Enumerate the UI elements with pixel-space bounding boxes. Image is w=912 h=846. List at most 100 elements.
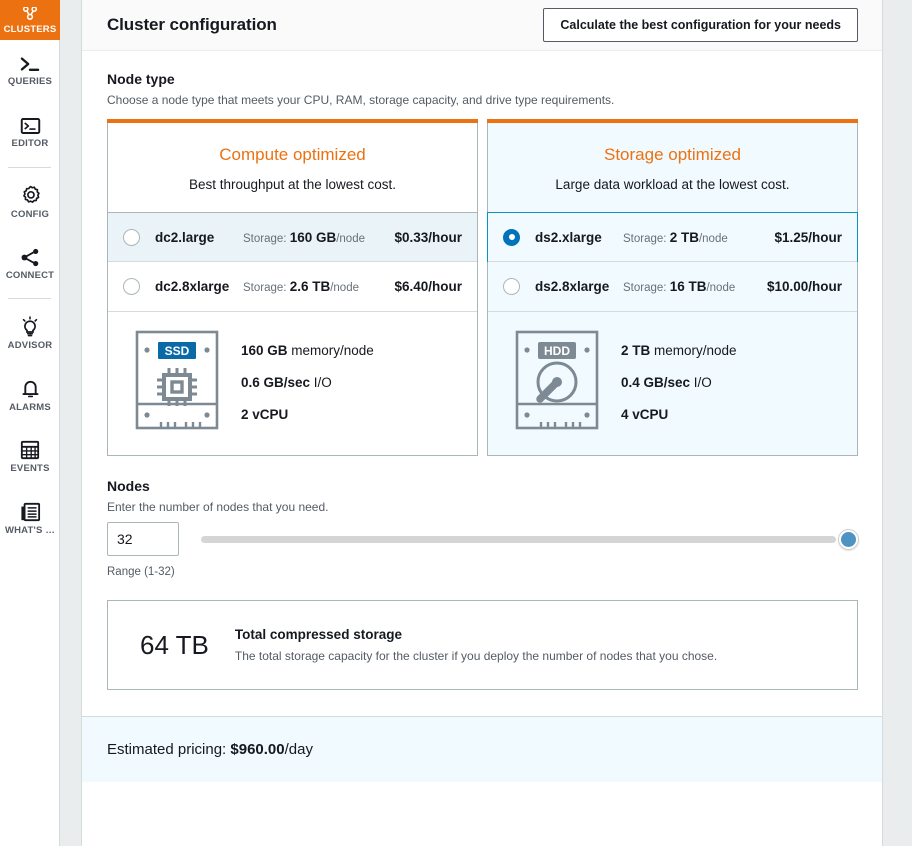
node-option-storage: Storage: 160 GB/node (243, 230, 394, 245)
nodes-count-input[interactable] (107, 522, 179, 556)
calculate-best-configuration-button[interactable]: Calculate the best configuration for you… (543, 8, 858, 42)
total-storage-description: The total storage capacity for the clust… (234, 649, 718, 663)
svg-text:HDD: HDD (544, 344, 570, 358)
storage-value: 2.6 TB (289, 279, 331, 294)
card-subtitle: Best throughput at the lowest cost. (188, 177, 397, 192)
svg-text:SSD: SSD (165, 344, 190, 358)
nodes-range-note: Range (1-32) (107, 566, 175, 578)
node-type-description: Choose a node type that meets your CPU, … (107, 93, 615, 107)
total-storage-value: 64 TB (140, 629, 209, 660)
node-type-card-storage[interactable]: Storage optimized Large data workload at… (487, 119, 858, 456)
total-storage-box: 64 TB Total compressed storage The total… (107, 600, 858, 690)
card-title: Compute optimized (219, 145, 366, 164)
card-header: Compute optimized Best throughput at the… (108, 123, 477, 212)
storage-unit: /node (336, 232, 365, 245)
spec-memory: 2 TB memory/node (621, 343, 737, 358)
terminal-prompt-icon (19, 55, 41, 73)
spec-vcpu: 4 vCPU (621, 407, 737, 422)
total-storage-title: Total compressed storage (234, 627, 402, 642)
storage-unit: /node (698, 232, 728, 245)
spec-rest: I/O (690, 375, 712, 390)
sidebar-item-editor[interactable]: EDITOR (0, 102, 60, 164)
sidebar-item-label: ALARMS (9, 401, 51, 413)
storage-unit: /node (330, 282, 359, 294)
sidebar-item-label: ADVISOR (7, 339, 53, 351)
node-type-card-compute[interactable]: Compute optimized Best throughput at the… (107, 119, 478, 456)
node-option-storage: Storage: 2.6 TB/node (243, 279, 394, 294)
node-option-dc2-8xlarge[interactable]: dc2.8xlarge Storage: 2.6 TB/node $6.40/h… (108, 261, 477, 311)
hdd-platter-icon: HDD (515, 330, 599, 435)
storage-value: 2 TB (669, 229, 699, 245)
gear-icon (20, 185, 41, 206)
nodes-section: Nodes Enter the number of nodes that you… (107, 456, 858, 578)
storage-unit: /node (706, 282, 736, 294)
storage-label: Storage: (243, 282, 287, 294)
node-option-price: $6.40/hour (394, 279, 462, 294)
spec-rest: I/O (310, 375, 332, 390)
sidebar-item-label: QUERIES (7, 76, 53, 87)
estimated-pricing-footer: Estimated pricing: $960.00/day (82, 716, 882, 782)
radio-button[interactable] (123, 278, 140, 295)
slider-track[interactable] (201, 536, 836, 543)
spec-value: 0.4 GB/sec (621, 375, 691, 390)
slider-thumb[interactable] (839, 530, 858, 549)
spec-value: 4 vCPU (621, 407, 669, 422)
card-specs: HDD 2 TB memory/node 0.4 GB/sec I/O 4 vC… (488, 311, 857, 455)
spec-vcpu: 2 vCPU (241, 407, 374, 422)
node-option-storage: Storage: 16 TB/node (623, 279, 767, 294)
pricing-suffix: /day (284, 741, 313, 758)
node-type-heading: Node type (107, 71, 175, 87)
newspaper-icon (20, 502, 41, 522)
radio-button[interactable] (123, 228, 140, 246)
nodes-slider[interactable] (201, 522, 858, 556)
sidebar-item-label: CONNECT (5, 269, 55, 281)
storage-label: Storage: (623, 232, 667, 245)
sidebar-item-label: CONFIG (10, 208, 50, 220)
node-option-name: ds2.xlarge (535, 229, 602, 245)
storage-label: Storage: (623, 282, 667, 294)
left-sidebar: CLUSTERS QUERIES EDITOR CONFIG CONNECT A… (0, 0, 60, 846)
sidebar-item-label: WHAT'S … (4, 525, 56, 536)
lightbulb-icon (20, 315, 40, 337)
bell-icon (21, 378, 40, 399)
sidebar-item-label: EVENTS (10, 463, 50, 474)
spec-value: 2 vCPU (241, 407, 289, 422)
sidebar-item-config[interactable]: CONFIG (0, 171, 60, 233)
estimated-pricing-text: Estimated pricing: $960.00/day (107, 741, 313, 758)
sidebar-item-queries[interactable]: QUERIES (0, 40, 60, 102)
card-header: Storage optimized Large data workload at… (488, 123, 857, 212)
main-panel: Cluster configuration Calculate the best… (81, 0, 883, 846)
calendar-grid-icon (20, 440, 40, 460)
node-option-price: $1.25/hour (774, 229, 842, 245)
sidebar-item-clusters[interactable]: CLUSTERS (0, 0, 60, 40)
sidebar-divider (8, 167, 51, 168)
node-option-name: dc2.8xlarge (155, 279, 230, 294)
storage-label: Storage: (243, 232, 287, 245)
card-specs: SSD 160 GB memory/node 0.6 GB/sec I/O 2 … (108, 311, 477, 455)
spec-io: 0.4 GB/sec I/O (621, 375, 737, 390)
radio-button[interactable] (503, 278, 520, 295)
nodes-description: Enter the number of nodes that you need. (107, 500, 329, 514)
clusters-icon (20, 6, 40, 21)
page-title: Cluster configuration (107, 15, 277, 34)
spec-io: 0.6 GB/sec I/O (241, 375, 374, 390)
sidebar-item-connect[interactable]: CONNECT (0, 233, 60, 295)
spec-memory: 160 GB memory/node (241, 343, 374, 358)
spec-list: 2 TB memory/node 0.4 GB/sec I/O 4 vCPU (621, 343, 737, 422)
sidebar-item-events[interactable]: EVENTS (0, 426, 60, 488)
storage-value: 16 TB (669, 279, 707, 294)
node-option-dc2-large[interactable]: dc2.large Storage: 160 GB/node $0.33/hou… (108, 212, 477, 262)
card-title: Storage optimized (603, 145, 742, 164)
node-option-storage: Storage: 2 TB/node (623, 230, 774, 245)
nodes-control-row (107, 522, 858, 556)
sidebar-item-whats-new[interactable]: WHAT'S … (0, 488, 60, 550)
sidebar-item-label: EDITOR (11, 138, 49, 149)
panel-header: Cluster configuration Calculate the best… (82, 0, 882, 51)
node-option-ds2-xlarge[interactable]: ds2.xlarge Storage: 2 TB/node $1.25/hour (487, 212, 858, 262)
editor-window-icon (20, 117, 41, 135)
sidebar-item-advisor[interactable]: ADVISOR (0, 302, 60, 364)
sidebar-item-alarms[interactable]: ALARMS (0, 364, 60, 426)
radio-button[interactable] (503, 228, 520, 246)
spec-list: 160 GB memory/node 0.6 GB/sec I/O 2 vCPU (241, 343, 374, 422)
node-option-ds2-8xlarge[interactable]: ds2.8xlarge Storage: 16 TB/node $10.00/h… (488, 261, 857, 311)
